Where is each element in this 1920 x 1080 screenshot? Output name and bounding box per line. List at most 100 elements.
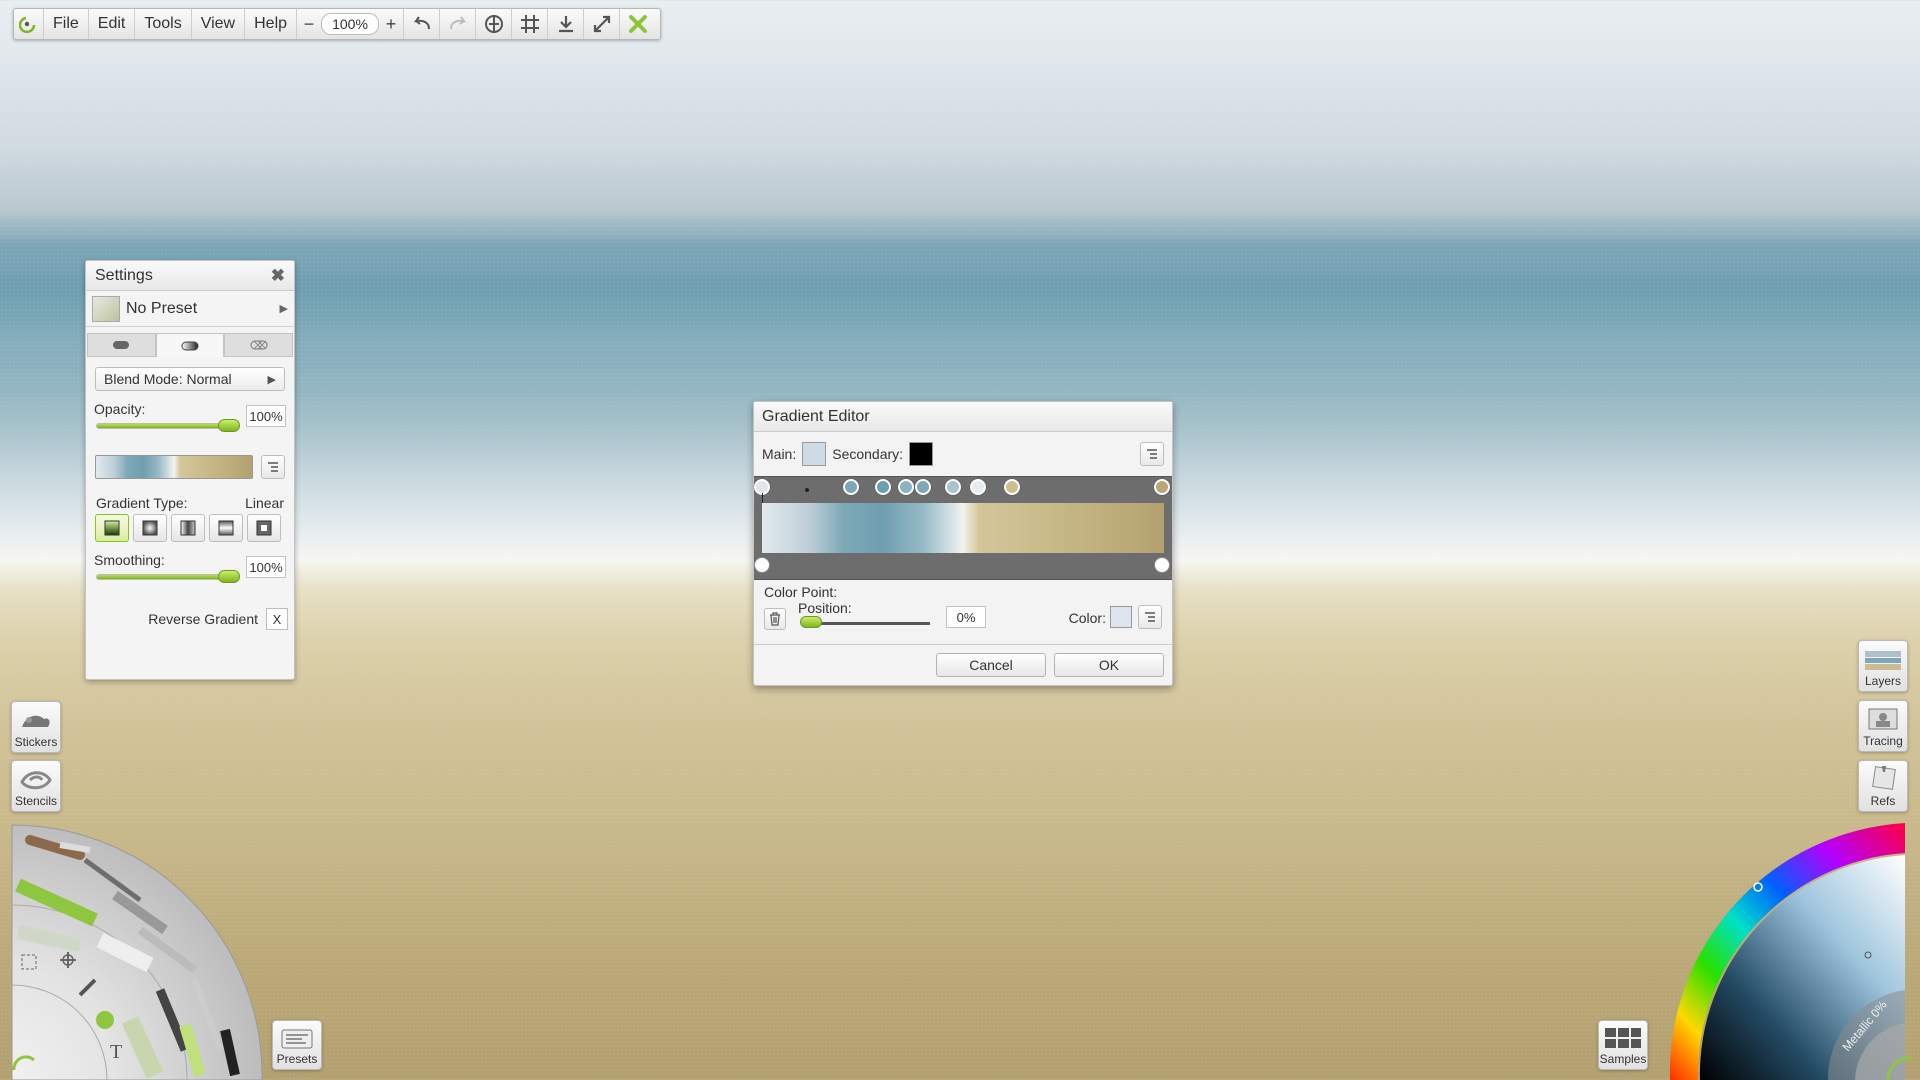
stop-color-label: Color:	[1068, 610, 1106, 626]
color-stop[interactable]	[843, 479, 859, 495]
color-stop-dot[interactable]	[805, 488, 809, 492]
gradient-type-row: Gradient Type: Linear	[96, 495, 284, 511]
gradient-type-linear-button[interactable]	[95, 514, 129, 542]
selected-stop-marker	[762, 493, 763, 503]
zoom-level-field[interactable]: 100%	[321, 13, 380, 35]
menu-view[interactable]: View	[192, 9, 246, 39]
color-stop[interactable]	[898, 479, 914, 495]
position-value[interactable]: 0%	[946, 606, 986, 628]
settings-panel: Settings ✖ No Preset ▶ Blend Mode: Norma…	[85, 260, 295, 680]
zoom-control: − 100% +	[297, 9, 405, 39]
export-icon[interactable]	[548, 9, 585, 39]
presets-icon	[281, 1029, 313, 1049]
stop-color-swatch[interactable]	[1110, 606, 1132, 628]
color-stop[interactable]	[1004, 479, 1020, 495]
grid-icon[interactable]	[512, 9, 549, 39]
color-point-section: Color Point: Position: 0% Color:	[754, 580, 1172, 634]
secondary-color-swatch[interactable]	[909, 442, 934, 466]
gradient-type-buttons	[95, 514, 285, 542]
presets-button[interactable]: Presets	[272, 1020, 322, 1070]
color-point-controls: Position: 0% Color:	[764, 600, 1162, 634]
gradient-type-mirror-button[interactable]	[171, 514, 205, 542]
reverse-gradient-label: Reverse Gradient	[148, 611, 258, 627]
editor-menu-icon[interactable]	[1140, 442, 1164, 466]
opacity-slider-track[interactable]	[96, 423, 236, 429]
cancel-button[interactable]: Cancel	[936, 653, 1046, 677]
stickers-button[interactable]: Stickers	[11, 701, 61, 753]
app-logo-icon[interactable]	[14, 9, 44, 39]
smoothing-slider-handle[interactable]	[218, 570, 240, 583]
reverse-gradient-button[interactable]: X	[266, 608, 288, 630]
color-picker-wheel: Metallic 0%	[1650, 818, 1920, 1080]
undo-icon[interactable]	[404, 9, 441, 39]
zoom-out-button[interactable]: −	[303, 14, 315, 35]
gradient-type-bar-button[interactable]	[209, 514, 243, 542]
main-color-swatch[interactable]	[802, 442, 827, 466]
gradient-type-square-button[interactable]	[247, 514, 281, 542]
tracing-icon	[1868, 708, 1898, 730]
color-stop[interactable]	[945, 479, 961, 495]
opacity-slider-fill	[97, 424, 235, 428]
fullscreen-icon[interactable]	[584, 9, 621, 39]
gradient-stop-bar	[754, 476, 1172, 580]
stickers-icon	[22, 715, 50, 727]
refs-icon	[1872, 766, 1896, 790]
gradient-strip[interactable]	[762, 503, 1164, 553]
preset-thumbnail	[92, 295, 120, 322]
color-stop[interactable]	[915, 479, 931, 495]
position-label: Position:	[798, 600, 852, 616]
blend-mode-dropdown[interactable]: Blend Mode: Normal ▶	[95, 367, 285, 391]
opacity-stop-start[interactable]	[754, 557, 770, 573]
smoothing-value[interactable]: 100%	[246, 556, 286, 578]
settings-title: Settings	[95, 266, 153, 284]
color-stop[interactable]	[970, 479, 986, 495]
color-stop[interactable]	[875, 479, 891, 495]
menu-file[interactable]: File	[44, 9, 89, 39]
tab-pattern-fill[interactable]	[224, 333, 294, 357]
position-slider-handle[interactable]	[800, 616, 822, 628]
gradient-editor-dialog: Gradient Editor Main: Secondary: Color P…	[753, 401, 1173, 686]
smoothing-slider-track[interactable]	[96, 574, 236, 580]
stop-menu-icon[interactable]	[1138, 605, 1162, 629]
preset-label: No Preset	[126, 299, 198, 317]
zoom-in-button[interactable]: +	[385, 14, 397, 35]
close-app-icon[interactable]	[620, 9, 656, 39]
presets-label: Presets	[276, 1052, 318, 1066]
menu-tools[interactable]: Tools	[135, 9, 192, 39]
main-color-label: Main:	[762, 446, 797, 462]
position-slider-track[interactable]	[804, 622, 930, 625]
redo-icon[interactable]	[440, 9, 477, 39]
tab-gradient-fill[interactable]	[155, 333, 225, 357]
gradient-preview[interactable]	[95, 455, 253, 479]
opacity-value[interactable]: 100%	[246, 405, 286, 427]
samples-button[interactable]: Samples	[1598, 1020, 1648, 1070]
stencils-button[interactable]: Stencils	[11, 760, 61, 812]
symmetry-icon[interactable]	[476, 9, 513, 39]
tab-solid-fill[interactable]	[87, 333, 156, 357]
dialog-actions: Cancel OK	[754, 645, 1172, 685]
preset-selector[interactable]: No Preset ▶	[86, 291, 294, 327]
layers-label: Layers	[1864, 674, 1902, 688]
layers-button[interactable]: Layers	[1858, 640, 1908, 692]
color-stop[interactable]	[1154, 479, 1170, 495]
chevron-right-icon: ▶	[279, 303, 288, 315]
menu-edit[interactable]: Edit	[89, 9, 136, 39]
gradient-menu-icon[interactable]	[261, 455, 285, 479]
refs-button[interactable]: Refs	[1858, 760, 1908, 812]
fill-icon	[96, 1011, 114, 1029]
main-secondary-colors: Main: Secondary:	[754, 432, 1172, 476]
delete-stop-icon[interactable]	[764, 608, 786, 630]
menu-help[interactable]: Help	[245, 9, 298, 39]
gradient-editor-title: Gradient Editor	[754, 402, 1172, 432]
opacity-slider-handle[interactable]	[218, 419, 240, 432]
tracing-button[interactable]: Tracing	[1858, 700, 1908, 752]
reverse-gradient-row: Reverse Gradient X	[92, 608, 288, 630]
ok-button[interactable]: OK	[1054, 653, 1164, 677]
opacity-stop-end[interactable]	[1154, 557, 1170, 573]
close-icon[interactable]: ✖	[271, 266, 285, 286]
tool-wheel: T	[0, 820, 270, 1080]
gradient-type-radial-button[interactable]	[133, 514, 167, 542]
text-tool-icon: T	[110, 1041, 122, 1063]
gradient-type-label: Gradient Type:	[96, 495, 188, 511]
gradient-preview-row	[95, 455, 285, 479]
